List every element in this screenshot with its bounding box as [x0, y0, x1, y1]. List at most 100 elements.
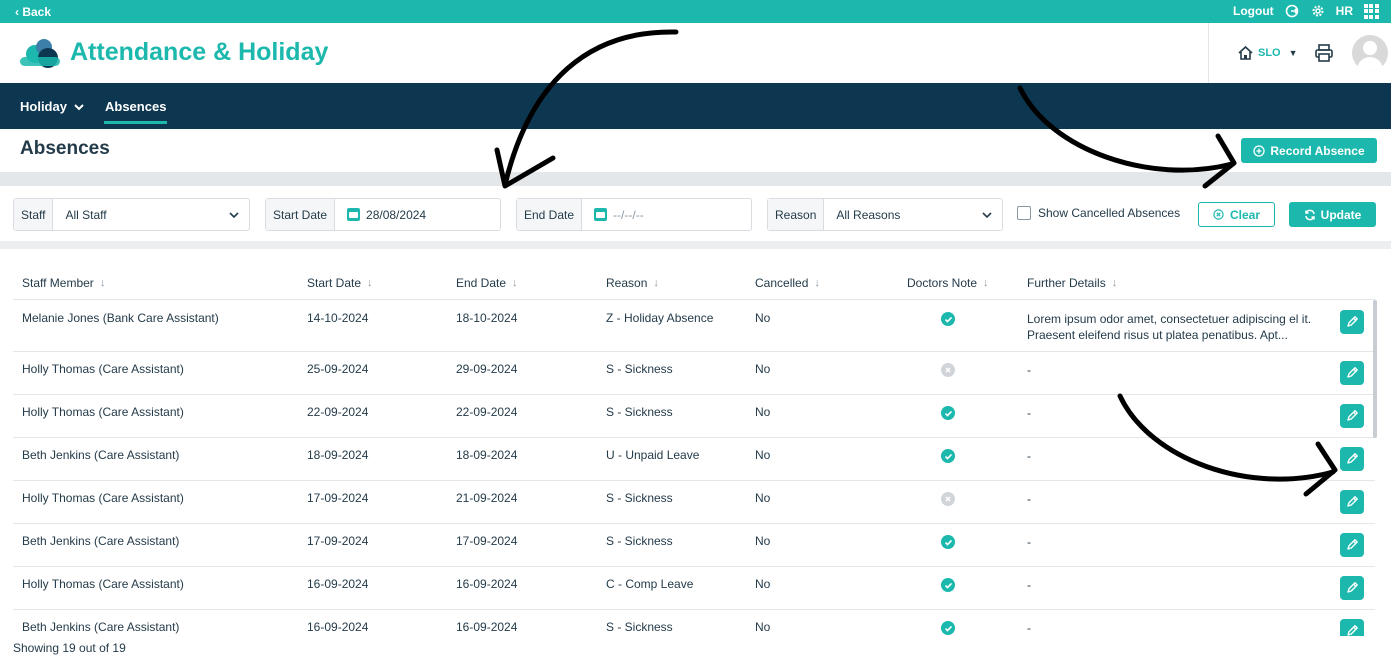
table-scrollbar[interactable]	[1373, 300, 1377, 438]
table-row[interactable]: Melanie Jones (Bank Care Assistant) 14-10…	[13, 301, 1375, 352]
end-date-placeholder: --/--/--	[613, 207, 644, 222]
app-title: Attendance & Holiday	[70, 38, 329, 66]
table-row[interactable]: Beth Jenkins (Care Assistant) 17-09-2024 1…	[13, 524, 1375, 567]
sort-arrow-icon: ↓	[1111, 277, 1118, 289]
cell-start-date: 18-09-2024	[307, 448, 369, 462]
cell-further-details: -	[1027, 363, 1031, 377]
x-circle-icon	[941, 363, 955, 377]
cell-end-date: 16-09-2024	[456, 577, 518, 591]
cell-reason: S - Sickness	[606, 405, 673, 419]
cell-further-details: -	[1027, 535, 1031, 549]
column-header-reason[interactable]: Reason ↓	[606, 276, 659, 290]
table-header: Staff Member ↓ Start Date ↓ End Date ↓ Reas…	[13, 266, 1375, 300]
cell-further-details: -	[1027, 621, 1031, 635]
show-cancelled-checkbox[interactable]	[1017, 206, 1031, 220]
cell-cancelled: No	[755, 620, 771, 634]
sort-arrow-icon: ↓	[99, 277, 106, 289]
table-row[interactable]: Holly Thomas (Care Assistant) 17-09-2024 2…	[13, 481, 1375, 524]
clear-button[interactable]: Clear	[1198, 202, 1275, 227]
pencil-icon	[1347, 539, 1358, 550]
end-date-field[interactable]: --/--/--	[582, 208, 751, 222]
start-date-filter[interactable]: Start Date 28/08/2024	[265, 198, 501, 231]
cell-reason: Z - Holiday Absence	[606, 311, 714, 325]
edit-button[interactable]	[1340, 576, 1364, 600]
sort-arrow-icon: ↓	[367, 277, 373, 289]
cell-end-date: 21-09-2024	[456, 491, 518, 505]
show-cancelled-toggle[interactable]: Show Cancelled Absences	[1017, 206, 1180, 220]
sort-arrow-icon: ↓	[814, 277, 820, 289]
edit-button[interactable]	[1340, 361, 1364, 385]
cell-end-date: 29-09-2024	[456, 362, 518, 376]
logout-link[interactable]: Logout	[1233, 4, 1274, 18]
nav-item-absences[interactable]: Absences	[103, 99, 168, 124]
refresh-icon	[1304, 209, 1315, 220]
pencil-icon	[1347, 496, 1358, 507]
edit-button[interactable]	[1340, 310, 1364, 334]
column-label: Further Details	[1027, 276, 1106, 290]
cell-cancelled: No	[755, 311, 771, 325]
cell-start-date: 17-09-2024	[307, 534, 369, 548]
print-icon[interactable]	[1314, 44, 1334, 62]
cell-start-date: 17-09-2024	[307, 491, 369, 505]
home-icon	[1238, 45, 1253, 60]
column-header-doctors-note[interactable]: Doctors Note ↓	[907, 276, 989, 290]
cell-end-date: 16-09-2024	[456, 620, 518, 634]
column-header-end-date[interactable]: End Date ↓	[456, 276, 518, 290]
pencil-icon	[1347, 367, 1358, 378]
cell-cancelled: No	[755, 448, 771, 462]
reason-filter-value: All Reasons	[836, 207, 901, 222]
nav-item-holiday[interactable]: Holiday	[20, 99, 84, 114]
edit-button[interactable]	[1340, 533, 1364, 557]
caret-down-icon: ▼	[1288, 48, 1298, 58]
record-absence-button[interactable]: Record Absence	[1241, 138, 1377, 163]
column-header-start-date[interactable]: Start Date ↓	[307, 276, 373, 290]
cell-further-details: Lorem ipsum odor amet, consectetuer adip…	[1027, 312, 1312, 342]
sort-arrow-icon: ↓	[512, 277, 518, 289]
check-circle-icon	[941, 578, 955, 592]
column-header-staff[interactable]: Staff Member ↓	[22, 276, 105, 290]
calendar-icon	[594, 208, 608, 221]
logout-icon[interactable]	[1284, 3, 1300, 19]
hr-label[interactable]: HR	[1336, 4, 1353, 18]
pencil-icon	[1347, 316, 1358, 327]
clear-label: Clear	[1229, 207, 1261, 222]
start-date-value: 28/08/2024	[366, 207, 427, 222]
record-absence-label: Record Absence	[1270, 143, 1365, 158]
edit-button[interactable]	[1340, 490, 1364, 514]
top-bar-actions: Logout HR	[1233, 3, 1379, 19]
user-avatar[interactable]	[1351, 35, 1388, 71]
cell-reason: S - Sickness	[606, 620, 673, 634]
cell-cancelled: No	[755, 491, 771, 505]
start-date-field[interactable]: 28/08/2024	[335, 208, 500, 222]
reason-filter[interactable]: Reason All Reasons	[767, 198, 1003, 231]
edit-button[interactable]	[1340, 447, 1364, 471]
cell-end-date: 18-10-2024	[456, 311, 518, 325]
table-row[interactable]: Beth Jenkins (Care Assistant) 18-09-2024 1…	[13, 438, 1375, 481]
nav-holiday-label: Holiday	[20, 99, 67, 114]
check-circle-icon	[941, 406, 955, 420]
pencil-icon	[1347, 410, 1358, 421]
site-selector[interactable]: SLO ▼	[1237, 45, 1298, 61]
edit-button[interactable]	[1340, 404, 1364, 428]
column-label: Cancelled	[755, 276, 809, 290]
table-row[interactable]: Holly Thomas (Care Assistant) 16-09-2024 1…	[13, 567, 1375, 610]
app-header: Attendance & Holiday SLO ▼	[0, 23, 1391, 83]
chevron-down-icon	[982, 211, 992, 218]
cell-staff-member: Beth Jenkins (Care Assistant)	[22, 534, 180, 548]
cell-staff-member: Beth Jenkins (Care Assistant)	[22, 620, 180, 634]
plus-circle-icon	[1253, 144, 1266, 157]
cell-reason: U - Unpaid Leave	[606, 448, 700, 462]
back-link[interactable]: ‹ Back	[15, 5, 51, 19]
table-row[interactable]: Holly Thomas (Care Assistant) 22-09-2024 2…	[13, 395, 1375, 438]
update-button[interactable]: Update	[1289, 202, 1376, 227]
table-row[interactable]: Holly Thomas (Care Assistant) 25-09-2024 2…	[13, 352, 1375, 395]
column-header-further-details[interactable]: Further Details ↓	[1027, 276, 1117, 290]
cell-further-details: -	[1027, 578, 1031, 592]
settings-gear-icon[interactable]	[1310, 3, 1326, 19]
section-divider	[0, 241, 1391, 249]
staff-filter[interactable]: Staff All Staff	[13, 198, 250, 231]
apps-grid-icon[interactable]	[1363, 3, 1379, 19]
x-circle-icon	[1213, 209, 1224, 220]
end-date-filter[interactable]: End Date --/--/--	[516, 198, 752, 231]
column-header-cancelled[interactable]: Cancelled ↓	[755, 276, 820, 290]
